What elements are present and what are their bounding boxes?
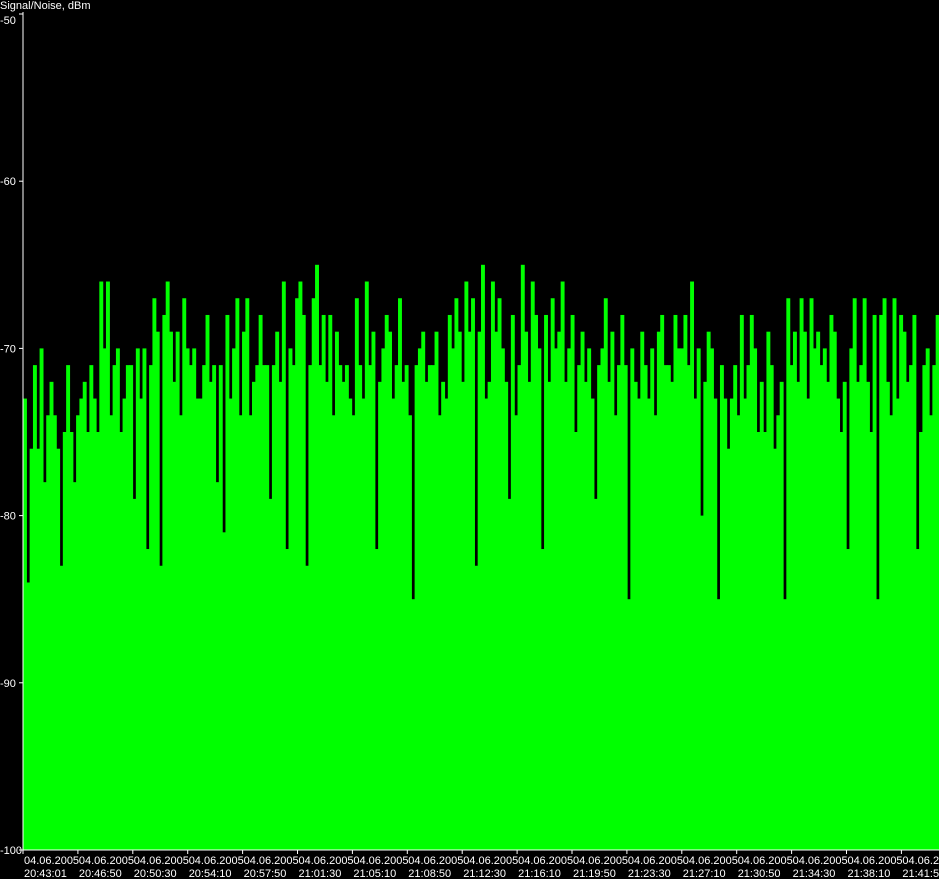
x-tick-time: 21:27:10 [683,868,726,879]
x-tick-date: 04.06.2005 [408,855,463,867]
x-tick-time: 21:05:10 [353,868,396,879]
x-tick-date: 04.06.2005 [793,855,848,867]
x-tick-date: 04.06.2005 [573,855,628,867]
x-tick-time: 20:43:01 [24,868,67,879]
x-tick-time: 21:30:50 [738,868,781,879]
x-tick-time: 21:08:50 [408,868,451,879]
y-tick-label: -70 [0,343,16,355]
signal-noise-chart: -50-60-70-80-90-100 04.06.200520:43:0104… [0,0,939,879]
x-tick-time: 21:01:30 [299,868,342,879]
x-tick-time: 21:38:10 [848,868,891,879]
x-tick-date: 04.06.2 [902,855,939,867]
x-tick-date: 04.06.2005 [134,855,189,867]
x-ticks: 04.06.200520:43:0104.06.200520:46:5004.0… [22,850,939,879]
y-tick-label: -50 [0,15,16,27]
x-tick-date: 04.06.2005 [463,855,518,867]
x-tick-time: 20:50:30 [134,868,177,879]
x-tick-time: 21:41:5 [902,868,939,879]
y-tick-label: -60 [0,176,16,188]
x-tick-date: 04.06.2005 [683,855,738,867]
x-tick-date: 04.06.2005 [24,855,79,867]
x-tick-date: 04.06.2005 [353,855,408,867]
x-tick-date: 04.06.2005 [189,855,244,867]
x-tick-time: 21:34:30 [793,868,836,879]
x-tick-time: 21:12:30 [463,868,506,879]
x-tick-time: 20:57:50 [244,868,287,879]
x-tick-time: 20:54:10 [189,868,232,879]
x-tick-time: 21:16:10 [518,868,561,879]
x-tick-time: 21:23:30 [628,868,671,879]
x-tick-time: 21:19:50 [573,868,616,879]
x-tick-time: 20:46:50 [79,868,122,879]
x-tick-date: 04.06.2005 [848,855,903,867]
x-tick-date: 04.06.2005 [738,855,793,867]
x-tick-date: 04.06.2005 [244,855,299,867]
y-tick-label: -80 [0,511,16,523]
y-axis-title: Signal/Noise, dBm [0,0,91,12]
y-tick-label: -90 [0,678,16,690]
y-tick-label: -100 [0,845,22,857]
x-tick-date: 04.06.2005 [299,855,354,867]
x-tick-date: 04.06.2005 [628,855,683,867]
x-tick-date: 04.06.2005 [518,855,573,867]
x-tick-date: 04.06.2005 [79,855,134,867]
